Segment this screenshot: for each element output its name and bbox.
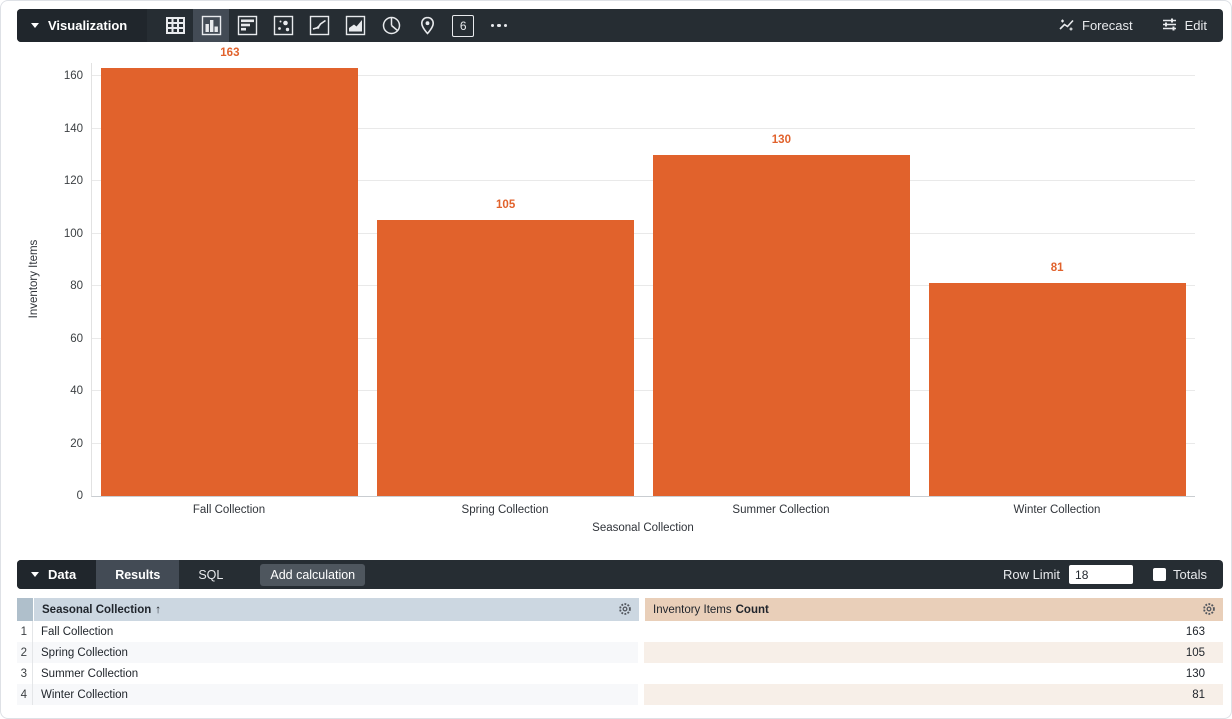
chart-bar[interactable] <box>101 68 358 496</box>
edit-label: Edit <box>1185 18 1207 33</box>
visualization-toolbar: Visualization <box>17 9 1223 42</box>
tab-sql[interactable]: SQL <box>179 560 242 589</box>
bar-value-label: 130 <box>772 134 791 146</box>
map-pin-icon <box>417 15 438 36</box>
chart-bar[interactable] <box>653 155 910 496</box>
measure-cell[interactable]: 130 <box>644 663 1223 684</box>
y-tick-label: 160 <box>41 69 83 83</box>
scatter-viz-button[interactable] <box>265 9 301 42</box>
chevron-down-icon <box>31 23 39 28</box>
map-viz-button[interactable] <box>409 9 445 42</box>
row-number-column-header <box>17 598 34 621</box>
bar-value-label: 81 <box>1051 262 1064 274</box>
y-tick-label: 80 <box>41 279 83 293</box>
visualization-section-toggle[interactable]: Visualization <box>17 9 147 42</box>
results-table: Seasonal Collection ↑ Inventory Items Co… <box>17 598 1223 705</box>
more-options-icon <box>491 24 508 28</box>
explore-page: Visualization <box>0 0 1232 719</box>
row-limit-input[interactable] <box>1069 565 1133 584</box>
table-viz-button[interactable] <box>157 9 193 42</box>
more-viz-types-button[interactable] <box>481 9 517 42</box>
x-tick-label: Spring Collection <box>367 504 643 516</box>
pie-chart-icon <box>381 15 402 36</box>
table-body: 1Fall Collection 163 2Spring Collection 105… <box>17 621 1223 705</box>
y-tick-label: 60 <box>41 332 83 346</box>
x-axis-title: Seasonal Collection <box>91 522 1195 534</box>
row-number: 1 <box>17 621 33 642</box>
tab-results[interactable]: Results <box>96 560 179 589</box>
measure-column-label-bold: Count <box>736 604 769 616</box>
row-number: 3 <box>17 663 33 684</box>
line-chart-icon <box>309 15 330 36</box>
pie-chart-viz-button[interactable] <box>373 9 409 42</box>
table-header-row: Seasonal Collection ↑ Inventory Items Co… <box>17 598 1223 621</box>
measure-cell[interactable]: 81 <box>644 684 1223 705</box>
dimension-cell[interactable]: Fall Collection <box>33 621 638 642</box>
measure-column-header[interactable]: Inventory Items Count <box>645 598 1223 621</box>
row-limit-label: Row Limit <box>1003 567 1060 582</box>
x-axis-labels: Fall CollectionSpring CollectionSummer C… <box>91 504 1195 516</box>
bar-chart: Inventory Items 0 20 40 60 80 100 120 140 160 163… <box>1 42 1231 561</box>
chevron-down-icon <box>31 572 39 577</box>
x-tick-label: Fall Collection <box>91 504 367 516</box>
row-number: 4 <box>17 684 33 705</box>
dimension-cell[interactable]: Spring Collection <box>33 642 638 663</box>
totals-checkbox[interactable] <box>1153 568 1166 581</box>
x-tick-label: Summer Collection <box>643 504 919 516</box>
table-row: 1Fall Collection 163 <box>17 621 1223 642</box>
gear-icon[interactable] <box>618 602 632 619</box>
area-chart-viz-button[interactable] <box>337 9 373 42</box>
bar-chart-viz-button[interactable] <box>229 9 265 42</box>
column-chart-icon <box>201 15 222 36</box>
x-tick-label: Winter Collection <box>919 504 1195 516</box>
y-axis-title: Inventory Items <box>28 240 40 319</box>
viz-type-picker: 6 <box>157 9 517 42</box>
chart-plot: 02040608010012014016016310513081 <box>91 63 1195 497</box>
bar-value-label: 163 <box>220 47 239 59</box>
dimension-cell[interactable]: Winter Collection <box>33 684 638 705</box>
y-tick-label: 100 <box>41 227 83 241</box>
bar-value-label: 105 <box>496 199 515 211</box>
y-tick-label: 20 <box>41 437 83 451</box>
settings-sliders-icon <box>1161 16 1178 36</box>
dimension-column-label: Seasonal Collection <box>42 604 151 616</box>
table-row: 2Spring Collection 105 <box>17 642 1223 663</box>
sort-ascending-icon: ↑ <box>155 604 161 616</box>
totals-label: Totals <box>1173 567 1207 582</box>
column-chart-viz-button[interactable] <box>193 9 229 42</box>
measure-cell[interactable]: 105 <box>644 642 1223 663</box>
dimension-column-header[interactable]: Seasonal Collection ↑ <box>34 598 639 621</box>
table-row: 3Summer Collection 130 <box>17 663 1223 684</box>
data-title: Data <box>48 567 76 582</box>
single-value-viz-button[interactable]: 6 <box>445 9 481 42</box>
visualization-title: Visualization <box>48 18 127 33</box>
y-tick-label: 120 <box>41 174 83 188</box>
y-tick-label: 40 <box>41 384 83 398</box>
forecast-button[interactable]: Forecast <box>1058 16 1133 36</box>
data-section-toggle[interactable]: Data <box>17 560 96 589</box>
add-calculation-button[interactable]: Add calculation <box>260 564 365 586</box>
single-value-icon: 6 <box>452 15 474 37</box>
area-chart-icon <box>345 15 366 36</box>
chart-bar[interactable] <box>377 220 634 496</box>
chart-bar[interactable] <box>929 283 1186 496</box>
data-toolbar: Data Results SQL Add calculation Row Lim… <box>17 560 1223 589</box>
edit-button[interactable]: Edit <box>1161 16 1207 36</box>
bar-chart-icon <box>237 15 258 36</box>
y-tick-label: 140 <box>41 122 83 136</box>
y-tick-label: 0 <box>41 489 83 503</box>
measure-cell[interactable]: 163 <box>644 621 1223 642</box>
row-number: 2 <box>17 642 33 663</box>
measure-column-label: Inventory Items <box>653 604 732 616</box>
gear-icon[interactable] <box>1202 602 1216 619</box>
dimension-cell[interactable]: Summer Collection <box>33 663 638 684</box>
line-chart-viz-button[interactable] <box>301 9 337 42</box>
scatter-plot-icon <box>273 15 294 36</box>
forecast-icon <box>1058 16 1075 36</box>
table-icon <box>165 15 186 36</box>
table-row: 4Winter Collection 81 <box>17 684 1223 705</box>
forecast-label: Forecast <box>1082 18 1133 33</box>
